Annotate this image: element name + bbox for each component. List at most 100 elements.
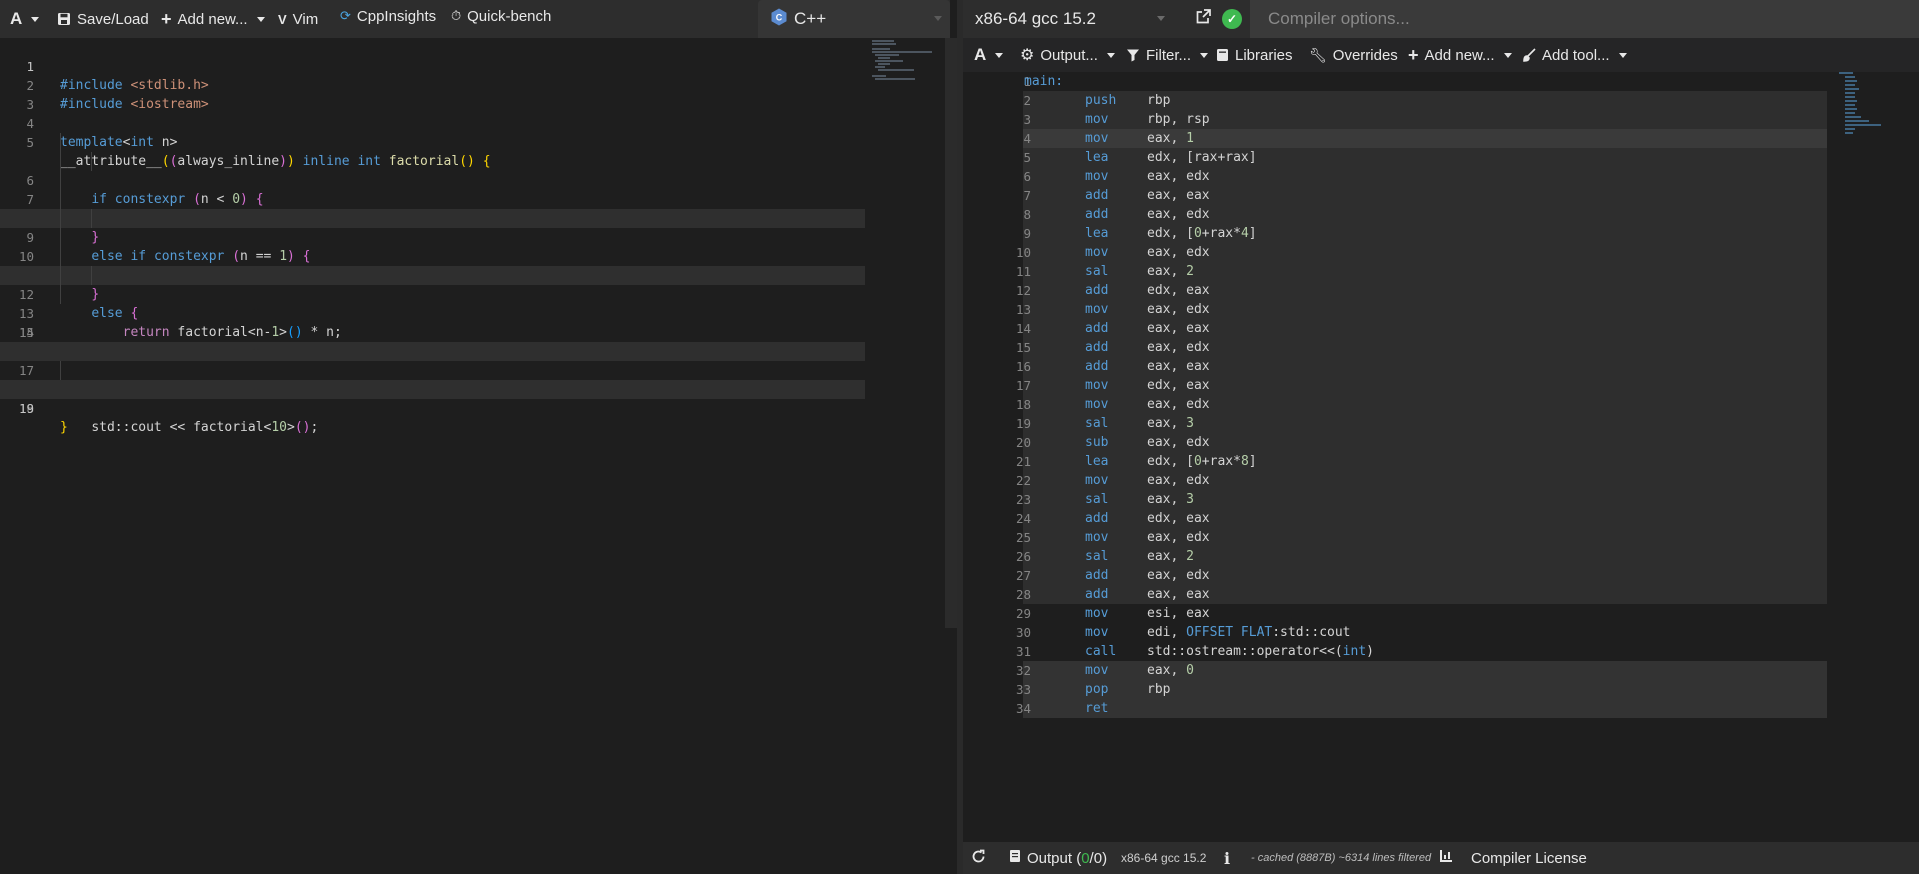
quickbench-button[interactable]: ⏱ Quick-bench	[451, 0, 551, 35]
asm-line: 4 mov eax, 1	[963, 129, 1919, 148]
asm-line: 2 push rbp	[963, 91, 1919, 110]
code-line: 5 __attribute__((always_inline)) inline …	[0, 114, 865, 169]
vim-label: Vim	[292, 10, 319, 28]
line-number: 9	[1023, 226, 1031, 241]
editor-minimap[interactable]	[872, 38, 942, 98]
add-tool-label: Add tool...	[1542, 46, 1610, 64]
filter-button[interactable]: Filter...	[1126, 38, 1209, 72]
cache-info: - cached (8887B) ~6314 lines filtered	[1251, 852, 1432, 864]
popout-button[interactable]	[1191, 0, 1215, 38]
asm-line-body	[1023, 452, 1827, 471]
chevron-down-icon	[31, 16, 40, 22]
chevron-down-icon	[1157, 16, 1165, 21]
chevron-down-icon	[256, 16, 265, 22]
output-count: Output (0/0)	[1027, 849, 1108, 867]
add-new-button[interactable]: + Add new...	[161, 0, 265, 38]
cppinsights-button[interactable]: ⟳ CppInsights	[340, 0, 436, 35]
code-line: 14 }	[0, 285, 865, 359]
font-size-button[interactable]: A	[974, 38, 1004, 72]
line-number: 15	[1015, 340, 1031, 355]
libraries-button[interactable]: Libraries	[1216, 38, 1293, 72]
asm-operands: edx, eax	[1147, 283, 1210, 298]
brush-icon	[1522, 48, 1536, 62]
code-line: 17 int main() {	[0, 342, 865, 397]
asm-operands: edx, [0+rax*8]	[1147, 454, 1257, 469]
line-number: 33	[1015, 682, 1031, 697]
assembly-minimap[interactable]	[1839, 70, 1889, 140]
line-number: 7	[1023, 188, 1031, 203]
book-icon	[1216, 48, 1229, 62]
code-editor[interactable]: 1 #include <stdlib.h> 2 #include <iostre…	[0, 38, 945, 874]
asm-operands: eax, edx	[1147, 530, 1210, 545]
line-number: 31	[1015, 644, 1031, 659]
asm-opcode: mov	[1085, 663, 1109, 678]
language-select[interactable]: C C++	[758, 0, 950, 38]
overrides-button[interactable]: 🔧︎ Overrides	[1309, 38, 1398, 72]
compile-status-icon[interactable]: ✓	[1222, 9, 1242, 29]
asm-opcode: mov	[1085, 625, 1109, 640]
compiler-footer: Output (0/0) x86-64 gcc 15.2 i - cached …	[963, 842, 1919, 874]
compiler-options-input[interactable]	[1250, 0, 1919, 38]
asm-opcode: add	[1085, 207, 1109, 222]
output-panel-button[interactable]: Output (0/0)	[1009, 842, 1107, 874]
info-icon: i	[1224, 848, 1231, 868]
asm-line: 25 mov eax, edx	[963, 528, 1919, 547]
editor-scrollbar[interactable]	[945, 38, 957, 628]
asm-opcode: mov	[1085, 169, 1109, 184]
asm-opcode: add	[1085, 568, 1109, 583]
asm-line: 32 mov eax, 0	[963, 661, 1919, 680]
output-options-button[interactable]: ⚙ Output...	[1020, 38, 1115, 72]
asm-line: 28 add eax, eax	[963, 585, 1919, 604]
asm-line: 33 pop rbp	[963, 680, 1919, 699]
line-number: 4	[1023, 131, 1031, 146]
compiler-select[interactable]: x86-64 gcc 15.2	[963, 0, 1177, 38]
asm-operands: edx, eax	[1147, 378, 1210, 393]
cpp-logo-icon: C	[770, 8, 788, 31]
compiler-license-button[interactable]: Compiler License	[1439, 842, 1587, 874]
cppinsights-icon: ⟳	[340, 8, 351, 23]
asm-line: 18 mov eax, edx	[963, 395, 1919, 414]
asm-line: 30 mov edi, OFFSET FLAT:std::cout	[963, 623, 1919, 642]
asm-line: 6 mov eax, edx	[963, 167, 1919, 186]
asm-line-body	[1023, 205, 1827, 224]
asm-line-body	[1023, 433, 1827, 452]
asm-line-body	[1023, 91, 1827, 110]
add-new-button[interactable]: + Add new...	[1408, 38, 1512, 72]
vim-toggle[interactable]: V Vim	[278, 0, 318, 38]
language-label: C++	[794, 9, 827, 28]
code-line: 10 return 1;	[0, 209, 865, 283]
asm-line: 10 mov eax, edx	[963, 243, 1919, 262]
add-new-label: Add new...	[177, 10, 248, 28]
font-size-button[interactable]: A	[10, 0, 40, 38]
chevron-down-icon	[1618, 52, 1627, 58]
asm-line: 23 sal eax, 3	[963, 490, 1919, 509]
asm-line-body	[1023, 376, 1827, 395]
compiler-toolbar: A ⚙ Output... Filter... Libraries 🔧︎ Ove…	[963, 38, 1919, 72]
asm-operands: eax, edx	[1147, 568, 1210, 583]
asm-operands: eax, edx	[1147, 245, 1210, 260]
cppinsights-label: CppInsights	[356, 7, 437, 25]
asm-opcode: add	[1085, 283, 1109, 298]
asm-line: 27 add eax, edx	[963, 566, 1919, 585]
asm-line-body	[1023, 547, 1827, 566]
add-tool-button[interactable]: Add tool...	[1522, 38, 1627, 72]
asm-line-body	[1023, 243, 1827, 262]
asm-opcode: sal	[1085, 416, 1109, 431]
code-line: 11 }	[0, 228, 865, 302]
assembly-output[interactable]: 1 main: 2 push rbp 3 mov rbp, rsp 4 mov eax, 1 5 lea…	[963, 72, 1919, 842]
asm-line-body	[1023, 414, 1827, 433]
asm-operands: edx, [0+rax*4]	[1147, 226, 1257, 241]
save-load-button[interactable]: Save/Load	[57, 0, 149, 38]
asm-line: 9 lea edx, [0+rax*4]	[963, 224, 1919, 243]
asm-opcode: add	[1085, 321, 1109, 336]
code-line: 6 if constexpr (n < 0) {	[0, 133, 865, 207]
info-button[interactable]: i	[1224, 842, 1230, 874]
asm-operands: rbp, rsp	[1147, 112, 1210, 127]
recompile-button[interactable]	[971, 842, 986, 874]
asm-line: 24 add edx, eax	[963, 509, 1919, 528]
asm-opcode: call	[1085, 644, 1117, 659]
asm-operands: eax, 3	[1147, 416, 1194, 431]
asm-line-body	[1023, 509, 1827, 528]
overrides-label: Overrides	[1332, 46, 1398, 64]
asm-line-body	[1023, 129, 1827, 148]
